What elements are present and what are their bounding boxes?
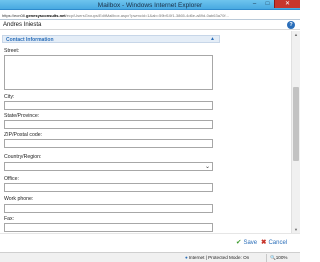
office-label: Office: [4, 176, 19, 182]
office-field[interactable] [4, 183, 213, 192]
page-title: Andres Iniesta [3, 22, 42, 28]
scroll-down-arrow-icon[interactable]: ▼ [292, 227, 300, 232]
minimize-button[interactable]: – [248, 0, 261, 8]
checkmark-icon: ✔ [236, 239, 242, 246]
x-icon: ✖ [261, 239, 267, 246]
save-button[interactable]: ✔ Save [236, 238, 257, 248]
window-title-bar: Mailbox - Windows Internet Explorer – □ … [0, 0, 300, 10]
save-label: Save [243, 240, 258, 246]
street-label: Street: [4, 48, 20, 54]
country-region-select[interactable]: ⌄ [4, 162, 213, 171]
scrollbar-thumb[interactable] [293, 87, 299, 161]
state-province-label: State/Province: [4, 113, 40, 119]
zoom-level[interactable]: 🔍100% [270, 255, 287, 261]
status-divider [266, 254, 267, 262]
close-window-button[interactable]: ✕ [274, 0, 300, 8]
state-province-field[interactable] [4, 120, 213, 129]
url-text[interactable]: https://ecn08.genesysconsults.net/ecp/Us… [2, 13, 229, 18]
city-label: City: [4, 94, 15, 100]
street-textarea[interactable] [4, 55, 213, 90]
page-header: Andres Iniesta ? [0, 20, 300, 30]
form-content: Contact Information ▲ Street: City: Stat… [0, 31, 290, 233]
cancel-label: Cancel [268, 240, 288, 246]
zip-postal-code-field[interactable] [4, 139, 213, 148]
fax-label: Fax: [4, 216, 15, 222]
work-phone-field[interactable] [4, 204, 213, 213]
status-bar: ●Internet | Protected Mode: On 🔍100% [0, 252, 300, 262]
url-domain: genesysconsults.net [26, 13, 66, 18]
help-icon[interactable]: ? [287, 21, 295, 29]
city-field[interactable] [4, 101, 213, 110]
globe-icon: ● [185, 255, 188, 260]
maximize-button[interactable]: □ [261, 0, 274, 8]
security-zone[interactable]: ●Internet | Protected Mode: On [185, 255, 249, 260]
url-prefix: https://ecn08. [2, 13, 27, 18]
url-path: /ecp/UsersGroups/EditMailbox.aspx?pwmcid… [65, 13, 229, 18]
scroll-up-arrow-icon[interactable]: ▲ [292, 32, 300, 37]
fax-field[interactable] [4, 223, 213, 232]
zoom-text: 100% [275, 255, 288, 260]
zip-postal-code-label: ZIP/Postal code: [4, 132, 43, 138]
address-bar[interactable]: https://ecn08.genesysconsults.net/ecp/Us… [0, 11, 300, 20]
cancel-button[interactable]: ✖ Cancel [261, 238, 287, 248]
section-title: Contact Information [6, 37, 54, 43]
zone-text: Internet | Protected Mode: On [188, 255, 250, 260]
country-region-label: Country/Region: [4, 154, 42, 160]
contact-information-section-header[interactable]: Contact Information ▲ [2, 35, 220, 43]
collapse-caret-icon[interactable]: ▲ [210, 36, 215, 42]
vertical-scrollbar[interactable]: ▲ ▼ [291, 31, 300, 233]
chevron-down-icon[interactable]: ⌄ [205, 163, 210, 170]
work-phone-label: Work phone: [4, 196, 34, 202]
dialog-footer: ✔ Save ✖ Cancel [0, 233, 300, 252]
